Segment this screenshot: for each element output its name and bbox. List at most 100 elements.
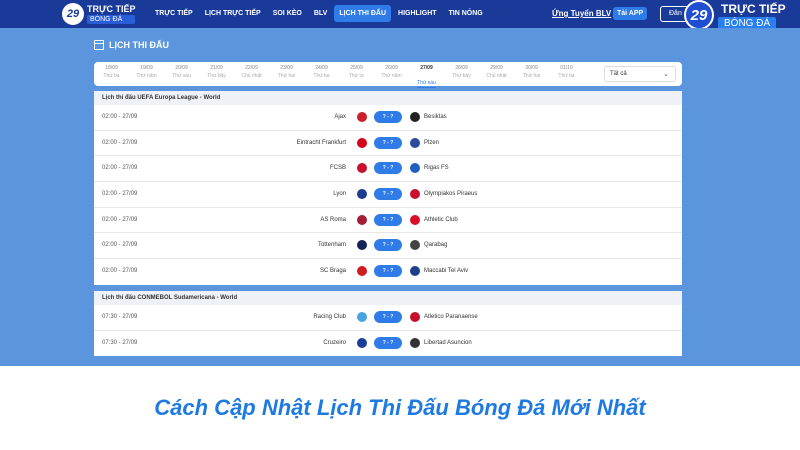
nav-item-2[interactable]: SOI KÈO xyxy=(268,5,307,22)
score-button[interactable]: ? - ? xyxy=(374,188,402,201)
home-team-logo-icon xyxy=(357,266,367,277)
match-row[interactable]: 02:00 - 27/09 FCSB ? - ? Rigas FS xyxy=(94,156,682,183)
score-button[interactable]: ? - ? xyxy=(374,336,402,349)
date-tab-weekday: Chủ nhật xyxy=(241,73,262,79)
score-button[interactable]: ? - ? xyxy=(374,213,402,226)
date-tab-11[interactable]: 29/09 Chủ nhật xyxy=(479,62,514,86)
league-header[interactable]: Lịch thi đấu CONMEBOL Sudamericana - Wor… xyxy=(94,291,682,305)
league-header[interactable]: Lịch thi đấu UEFA Europa League - World xyxy=(94,91,682,105)
match-time: 02:00 - 27/09 xyxy=(102,268,138,275)
date-tab-0[interactable]: 18/09 Thứ ba xyxy=(94,62,129,86)
recruit-blv-link[interactable]: Ứng Tuyển BLV xyxy=(552,9,611,18)
date-tab-1[interactable]: 19/09 Thứ năm xyxy=(129,62,164,86)
home-team-logo-icon xyxy=(357,137,367,148)
away-team-name: Libertad Asuncion xyxy=(424,339,472,346)
logo-line2: BÓNG ĐÁ xyxy=(87,14,136,24)
date-tab-date: 26/09 xyxy=(385,65,398,71)
away-team-logo-icon xyxy=(410,266,420,277)
home-team-logo-icon xyxy=(357,214,367,225)
date-tab-weekday: Thứ bảy xyxy=(207,73,226,79)
date-tab-date: 19/09 xyxy=(140,65,153,71)
score-button[interactable]: ? - ? xyxy=(374,162,402,175)
date-selector: 18/09 Thứ ba 19/09 Thứ năm 20/09 Thứ sáu 21/09… xyxy=(94,62,682,88)
away-team-logo-icon xyxy=(410,189,420,200)
download-app-button[interactable]: Tải APP xyxy=(613,7,648,20)
date-tab-10[interactable]: 28/09 Thứ bảy xyxy=(444,62,479,86)
home-team-name: SC Braga xyxy=(319,268,346,275)
nav-item-4[interactable]: LỊCH THI ĐẤU xyxy=(334,5,392,22)
home-team-name: Tottenham xyxy=(317,242,346,249)
score-button[interactable]: ? - ? xyxy=(374,111,402,123)
match-row[interactable]: 02:00 - 27/09 SC Braga ? - ? Maccabi Tel Av… xyxy=(94,259,682,285)
match-row[interactable]: 02:00 - 27/09 Ajax ? - ? Besiktas xyxy=(94,105,682,131)
home-team-name: Racing Club xyxy=(313,314,346,320)
date-tab-date: 28/09 xyxy=(455,65,468,71)
date-tab-13[interactable]: 01/10 Thứ ba xyxy=(549,62,584,86)
page-title: LỊCH THI ĐẤU xyxy=(109,40,169,50)
top-navbar: 29 TRỰC TIẾP BÓNG ĐÁ TRỰC TIẾP LỊCH TRỰC … xyxy=(0,0,800,28)
nav-item-0[interactable]: TRỰC TIẾP xyxy=(150,5,198,22)
match-row[interactable]: 02:00 - 27/09 AS Roma ? - ? Athletic Club xyxy=(94,208,682,234)
date-tab-weekday: Thứ sáu xyxy=(417,80,436,88)
date-tab-weekday: Thứ năm xyxy=(136,73,157,79)
away-team-name: Athletic Club xyxy=(424,216,458,223)
date-tab-7[interactable]: 25/09 Thứ tư xyxy=(339,62,374,86)
date-tab-weekday: Thứ ba xyxy=(558,73,575,79)
date-tab-5[interactable]: 23/09 Thứ hai xyxy=(269,62,304,86)
main-nav: TRỰC TIẾP LỊCH TRỰC TIẾP SOI KÈO BLV LỊCH TH… xyxy=(150,5,488,22)
score-button[interactable]: ? - ? xyxy=(374,311,402,323)
date-tab-6[interactable]: 24/09 Thứ ba xyxy=(304,62,339,86)
logo-mark: 29 xyxy=(62,3,84,25)
away-team-name: Maccabi Tel Aviv xyxy=(424,268,469,275)
home-team-name: Cruzeiro xyxy=(323,339,346,346)
date-tab-4[interactable]: 22/09 Chủ nhật xyxy=(234,62,269,86)
site-logo[interactable]: 29 TRỰC TIẾP BÓNG ĐÁ xyxy=(62,2,142,26)
match-time: 02:00 - 27/09 xyxy=(102,242,138,249)
match-time: 02:00 - 27/09 xyxy=(102,165,138,172)
league-filter-select[interactable]: Tất cả ⌄ xyxy=(604,66,676,82)
date-tab-weekday: Thứ năm xyxy=(381,73,402,79)
league-block: Lịch thi đấu CONMEBOL Sudamericana - Wor… xyxy=(94,291,682,357)
away-team-logo-icon xyxy=(410,312,420,322)
chevron-down-icon: ⌄ xyxy=(663,71,669,78)
date-tab-weekday: Thứ sáu xyxy=(172,73,191,79)
match-row[interactable]: 02:00 - 27/09 Lyon ? - ? Olympiakos Piraeus xyxy=(94,182,682,208)
nav-item-3[interactable]: BLV xyxy=(309,5,332,22)
match-row[interactable]: 07:30 - 27/09 Racing Club ? - ? Atletico Pa… xyxy=(94,305,682,331)
nav-item-5[interactable]: HIGHLIGHT xyxy=(393,5,442,22)
match-row[interactable]: 02:00 - 27/09 Eintracht Frankfurt ? - ? Plz… xyxy=(94,131,682,157)
away-team-logo-icon xyxy=(410,112,420,122)
score-button[interactable]: ? - ? xyxy=(374,136,402,149)
date-tab-3[interactable]: 21/09 Thứ bảy xyxy=(199,62,234,86)
date-tab-weekday: Thứ tư xyxy=(348,73,365,79)
home-team-logo-icon xyxy=(357,163,367,174)
match-row[interactable]: 02:00 - 27/09 Tottenham ? - ? Qarabag xyxy=(94,233,682,260)
nav-item-1[interactable]: LỊCH TRỰC TIẾP xyxy=(200,5,266,22)
match-time: 02:00 - 27/09 xyxy=(102,114,138,120)
brand-mark: 29 xyxy=(684,0,714,30)
date-tab-date: 25/09 xyxy=(350,65,363,71)
match-time: 07:30 - 27/09 xyxy=(102,339,138,346)
date-tab-weekday: Thứ bảy xyxy=(452,73,471,79)
match-time: 07:30 - 27/09 xyxy=(102,314,138,320)
date-tab-weekday: Thứ hai xyxy=(277,73,296,79)
score-button[interactable]: ? - ? xyxy=(374,239,402,252)
home-team-name: Eintracht Frankfurt xyxy=(296,139,346,146)
away-team-logo-icon xyxy=(410,163,420,174)
score-button[interactable]: ? - ? xyxy=(374,265,402,278)
date-tab-8[interactable]: 26/09 Thứ năm xyxy=(374,62,409,86)
date-tab-weekday: Thứ hai xyxy=(522,73,541,79)
date-tab-2[interactable]: 20/09 Thứ sáu xyxy=(164,62,199,86)
date-tab-9[interactable]: 27/09 Thứ sáu xyxy=(409,62,444,88)
date-tab-date: 21/09 xyxy=(210,65,223,71)
date-tab-12[interactable]: 30/09 Thứ hai xyxy=(514,62,549,86)
date-tab-date: 01/10 xyxy=(560,65,573,71)
match-row[interactable]: 07:30 - 27/09 Cruzeiro ? - ? Libertad Asunc… xyxy=(94,331,682,357)
section-heading: LỊCH THI ĐẤU xyxy=(94,40,169,50)
nav-item-6[interactable]: TIN NÓNG xyxy=(444,5,488,22)
date-tab-date: 27/09 xyxy=(420,65,433,71)
schedule-section: LỊCH THI ĐẤU 18/09 Thứ ba 19/09 Thứ năm 20/0… xyxy=(0,28,800,366)
date-tab-weekday: Thứ ba xyxy=(313,73,330,79)
date-tab-date: 29/09 xyxy=(490,65,503,71)
home-team-name: Ajax xyxy=(334,114,346,120)
